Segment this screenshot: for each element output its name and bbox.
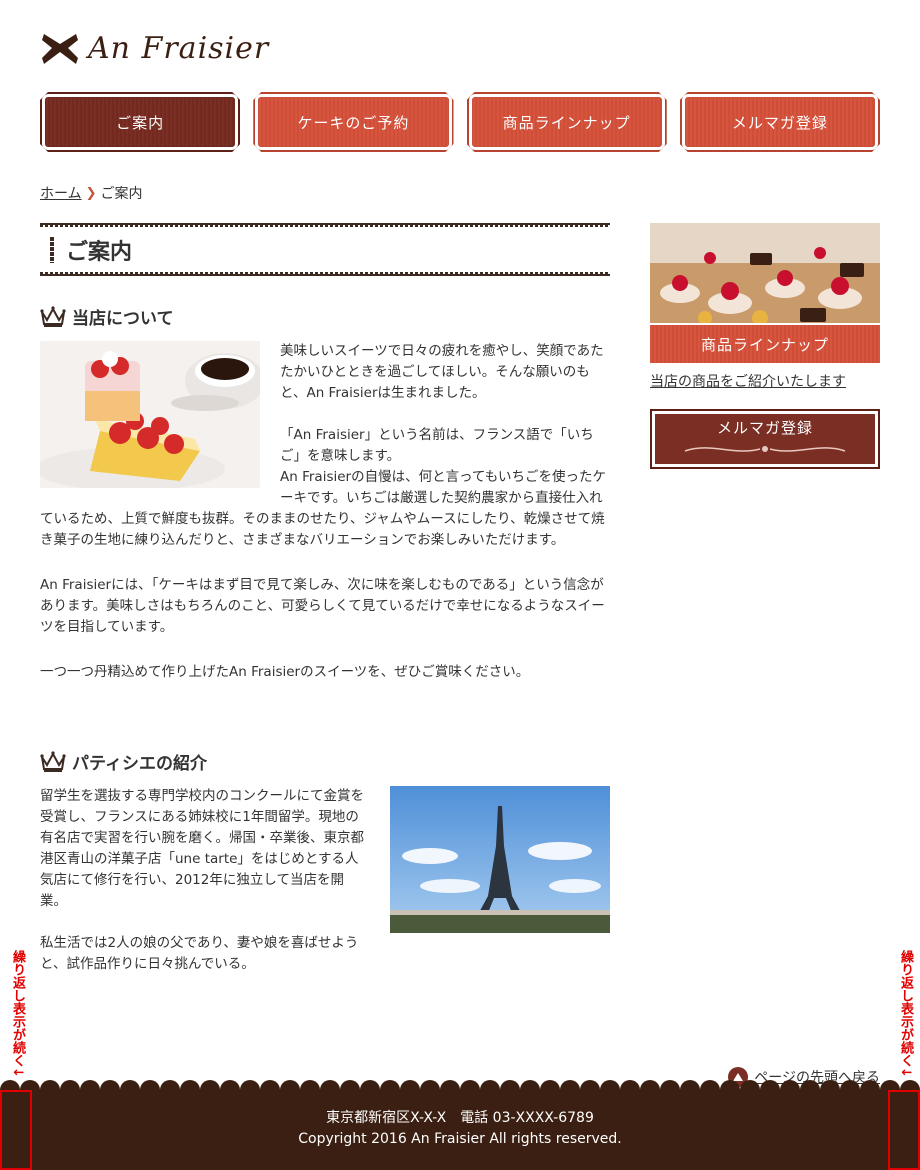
- annotation-box-right: [888, 1090, 920, 1170]
- repeat-annotation-left: 繰り返し表示が続く↓: [10, 950, 25, 1078]
- page-title: ご案内: [66, 240, 133, 265]
- nav-item-product-lineup[interactable]: 商品ラインナップ: [467, 92, 667, 152]
- cake-photo: [40, 341, 260, 488]
- banner-label: メルマガ登録: [716, 418, 813, 437]
- section-heading-text: パティシエの紹介: [72, 754, 207, 774]
- breadcrumb: ホーム ❯ ご案内: [40, 183, 143, 203]
- divider: [40, 272, 610, 276]
- site-logo[interactable]: An Fraisier: [40, 30, 269, 66]
- section-heading-about: 当店について: [40, 304, 610, 329]
- divider: [40, 223, 610, 227]
- chevron-right-icon: ❯: [85, 185, 97, 201]
- about-body: 美味しいスイーツで日々の疲れを癒やし、笑顔であたたかいひとときを過ごしてほしい。…: [40, 341, 610, 683]
- about-paragraph-3: An Fraisierには、「ケーキはまず目で見て楽しみ、次に味を楽しむものであ…: [40, 577, 605, 635]
- breadcrumb-home-link[interactable]: ホーム: [40, 183, 82, 203]
- section-heading-text: 当店について: [72, 309, 174, 329]
- product-intro-link[interactable]: 当店の商品をご紹介いたします: [650, 371, 880, 391]
- patissier-body: 留学生を選抜する専門学校内のコンクールにて金賞を受賞し、フランスにある姉妹校に1…: [40, 786, 610, 975]
- ribbon-icon: [42, 34, 78, 64]
- nav-item-label: メルマガ登録: [731, 113, 828, 132]
- annotation-box-left: [0, 1090, 32, 1170]
- newsletter-banner[interactable]: メルマガ登録: [650, 409, 880, 469]
- footer-text: 東京都新宿区X-X-X 電話 03-XXXX-6789 Copyright 20…: [0, 1108, 920, 1150]
- section-heading-patissier: パティシエの紹介: [40, 749, 610, 774]
- crown-icon: [40, 305, 66, 327]
- eiffel-tower-photo: [390, 786, 610, 933]
- repeat-annotation-right: 繰り返し表示が続く↓: [898, 950, 913, 1078]
- nav-item-cake-reservation[interactable]: ケーキのご予約: [253, 92, 453, 152]
- global-nav: ご案内 ケーキのご予約 商品ラインナップ メルマガ登録: [40, 92, 880, 152]
- main-content: ご案内 当店について 美味しいスイーツで日々の疲れを癒やし、笑顔であたたかいひと…: [40, 223, 610, 975]
- breadcrumb-current: ご案内: [100, 186, 143, 202]
- title-bar-decoration: [50, 237, 54, 263]
- product-lineup-banner[interactable]: 商品ラインナップ: [650, 223, 880, 363]
- nav-item-label: 商品ラインナップ: [502, 113, 631, 132]
- patissier-paragraph-2: 私生活では2人の娘の父であり、妻や娘を喜ばせようと、試作品作りに日々挑んでいる。: [40, 935, 359, 972]
- nav-item-label: ご案内: [116, 113, 165, 132]
- ornament-flourish-icon: [684, 445, 846, 452]
- nav-item-guide[interactable]: ご案内: [40, 92, 240, 152]
- logo-text: An Fraisier: [88, 30, 270, 66]
- page-title-block: ご案内: [40, 223, 610, 276]
- nav-item-newsletter[interactable]: メルマガ登録: [680, 92, 880, 152]
- banner-label: 商品ラインナップ: [700, 335, 829, 354]
- about-paragraph-4: 一つ一つ丹精込めて作り上げたAn Fraisierのスイーツを、ぜひご賞味くださ…: [40, 664, 530, 680]
- crown-icon: [40, 750, 66, 772]
- banner-label-band: 商品ラインナップ: [650, 323, 880, 363]
- nav-item-label: ケーキのご予約: [297, 113, 410, 132]
- scallop-edge-decoration: [0, 1080, 920, 1100]
- footer: 東京都新宿区X-X-X 電話 03-XXXX-6789 Copyright 20…: [0, 1080, 920, 1170]
- sidebar: 商品ラインナップ 当店の商品をご紹介いたします メルマガ登録: [650, 223, 880, 469]
- footer-copyright: Copyright 2016 An Fraisier All rights re…: [298, 1131, 622, 1147]
- footer-address: 東京都新宿区X-X-X 電話 03-XXXX-6789: [326, 1110, 594, 1126]
